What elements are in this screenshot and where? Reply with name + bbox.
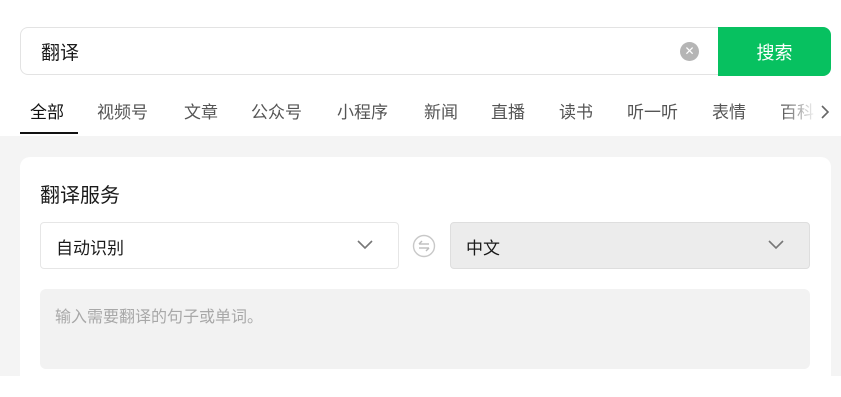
tab-channels[interactable]: 视频号: [97, 98, 148, 123]
tab-articles[interactable]: 文章: [184, 98, 218, 123]
search-button[interactable]: 搜索: [718, 27, 831, 76]
tab-all[interactable]: 全部: [30, 98, 64, 123]
chevron-down-icon: [357, 240, 373, 250]
active-tab-indicator: [20, 132, 78, 134]
source-language-select[interactable]: 自动识别: [40, 222, 399, 269]
target-language-select[interactable]: 中文: [450, 222, 810, 269]
tab-official-accounts[interactable]: 公众号: [251, 98, 302, 123]
chevron-right-icon[interactable]: [817, 102, 833, 122]
clear-icon[interactable]: ✕: [680, 42, 699, 61]
translate-card: 翻译服务 自动识别 中文: [20, 157, 831, 397]
tab-reading[interactable]: 读书: [559, 98, 593, 123]
card-title: 翻译服务: [40, 183, 120, 207]
search-input[interactable]: [41, 28, 661, 74]
tab-mini-programs[interactable]: 小程序: [337, 98, 388, 123]
target-language-label: 中文: [466, 239, 500, 259]
tab-stickers[interactable]: 表情: [712, 98, 746, 123]
tab-news[interactable]: 新闻: [424, 98, 458, 123]
tab-live[interactable]: 直播: [491, 98, 525, 123]
category-tabs: 全部 视频号 文章 公众号 小程序 新闻 直播 读书 听一听 表情 百科: [0, 88, 841, 136]
source-language-label: 自动识别: [56, 239, 124, 259]
translate-input[interactable]: [40, 289, 810, 369]
tab-listen[interactable]: 听一听: [627, 98, 678, 123]
search-box: ✕: [20, 27, 718, 75]
swap-languages-icon[interactable]: [412, 234, 436, 258]
chevron-down-icon: [768, 240, 784, 250]
